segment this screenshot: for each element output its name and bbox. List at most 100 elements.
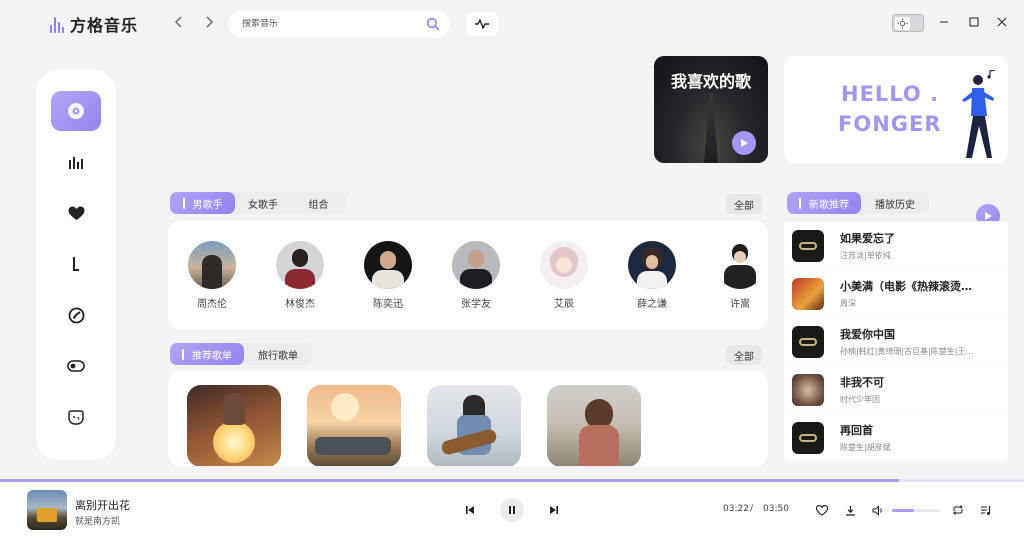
chevron-left-icon [175,16,182,28]
singer-name: 张学友 [461,299,491,310]
playlist-cover[interactable] [187,385,281,466]
bar-chart-icon [69,157,83,169]
pulse-icon [475,19,489,29]
tab-play-history[interactable]: 播放历史 [861,192,929,214]
song-cover [792,229,824,262]
singer-avatar [628,241,676,289]
sidebar-item-discover[interactable] [51,91,101,131]
song-title: 再回首 [840,424,873,437]
heart-outline-icon [816,504,828,516]
sidebar-item-profile[interactable] [51,397,101,437]
singer-item[interactable]: 周杰伦 [186,241,238,310]
singer-name: 许嵩 [730,299,750,310]
song-cover [792,277,824,310]
singer-name: 艾辰 [554,299,574,310]
singer-item[interactable]: 艾辰 [538,241,590,310]
skip-forward-icon [550,506,558,514]
playlist-queue-button[interactable] [978,502,994,518]
song-title: 如果爱忘了 [840,232,895,245]
singer-avatar [188,241,236,289]
loop-mode-button[interactable] [950,502,966,518]
listen-recognize-button[interactable] [466,12,498,36]
favorite-play-button[interactable] [732,131,756,155]
volume-fill [892,509,914,512]
song-row[interactable]: 非我不可 时代少年团 [784,366,1008,413]
player-bar: 离别开出花 就是南方凯 03:22 / 03:50 [0,482,1024,538]
minimize-button[interactable] [934,12,954,32]
song-artist: 时代少年团 [840,395,880,404]
tab-female-singers[interactable]: 女歌手 [235,192,291,214]
smile-icon [68,410,84,425]
singer-name: 林俊杰 [285,299,315,310]
maximize-button[interactable] [964,12,984,32]
favorite-title: 我喜欢的歌 [670,72,751,91]
sun-icon [895,16,910,30]
singer-item[interactable]: 陈奕迅 [362,241,414,310]
forward-button[interactable] [200,13,218,33]
pause-button[interactable] [500,498,524,522]
download-icon [845,505,855,516]
minimize-icon [940,21,948,23]
search-icon[interactable] [426,17,440,31]
download-button[interactable] [842,502,858,518]
now-playing-cover[interactable] [27,490,67,530]
song-cover [792,373,824,406]
sidebar-item-charts[interactable] [51,142,101,182]
total-time: 03:50 [763,504,789,514]
previous-button[interactable] [462,502,478,518]
queue-list-icon [981,505,991,515]
close-icon [997,17,1007,27]
play-icon [741,139,748,147]
singer-avatar [452,241,500,289]
skip-back-icon [466,506,474,514]
sidebar-item-music[interactable] [51,244,101,284]
song-cover [792,325,824,358]
playlist-cover[interactable] [307,385,401,466]
back-button[interactable] [170,13,188,33]
singer-name: 陈奕迅 [373,299,403,310]
song-row[interactable]: 小美满（电影《热辣滚烫》… 周深 [784,270,1008,317]
playlist-tabs: 推荐歌单 旅行歌单 [170,343,312,365]
playlists-all-button[interactable]: 全部 [726,345,762,365]
song-artist: 孙楠|韩红|黄绮珊|古巨基|陈楚生|王… [840,347,974,356]
tab-travel-playlists[interactable]: 旅行歌单 [244,343,312,365]
sidebar-item-explore[interactable] [51,295,101,335]
like-button[interactable] [814,502,830,518]
tab-male-singers[interactable]: 男歌手 [170,192,235,214]
play-icon [985,212,992,220]
singer-item[interactable]: 林俊杰 [274,241,326,310]
singer-item[interactable]: 许嵩 [714,241,766,310]
tab-new-songs[interactable]: 新歌推荐 [787,192,861,214]
speaker-icon [872,504,882,516]
singer-name: 薛之谦 [637,299,667,310]
sidebar-item-favorites[interactable] [51,193,101,233]
tab-groups[interactable]: 组合 [291,192,346,214]
new-songs-list: 如果爱忘了 汪苏泷|单依纯 小美满（电影《热辣滚烫》… 周深 我爱你中国 孙楠|… [784,221,1008,466]
song-row[interactable]: 如果爱忘了 汪苏泷|单依纯 [784,222,1008,269]
app-logo: 方格音乐 [50,12,138,36]
singer-avatar [716,241,764,289]
hello-line2: FONGER [838,112,942,136]
song-cover [792,421,824,454]
disc-icon [68,103,84,119]
song-row[interactable]: 再回首 陈楚生|胡彦斌 [784,414,1008,461]
next-button[interactable] [546,502,562,518]
search-input[interactable] [242,19,426,29]
singers-all-button[interactable]: 全部 [726,194,762,214]
favorite-songs-banner[interactable]: 我喜欢的歌 [654,56,768,163]
singer-item[interactable]: 薛之谦 [626,241,678,310]
song-row[interactable]: 我爱你中国 孙楠|韩红|黄绮珊|古巨基|陈楚生|王… [784,318,1008,365]
singer-avatar [276,241,324,289]
volume-slider[interactable] [892,509,940,512]
volume-button[interactable] [870,502,886,518]
singer-item[interactable]: 张学友 [450,241,502,310]
playlist-cover[interactable] [427,385,521,466]
song-title: 我爱你中国 [840,328,895,341]
app-name: 方格音乐 [70,16,139,35]
sidebar-item-settings[interactable] [51,346,101,386]
playlist-cover[interactable] [547,385,641,466]
tab-recommended-playlists[interactable]: 推荐歌单 [170,343,244,365]
theme-toggle[interactable] [892,14,924,32]
singers-card: 周杰伦 林俊杰 陈奕迅 张学友 艾辰 薛之谦 许嵩 [168,221,768,329]
close-button[interactable] [992,12,1012,32]
